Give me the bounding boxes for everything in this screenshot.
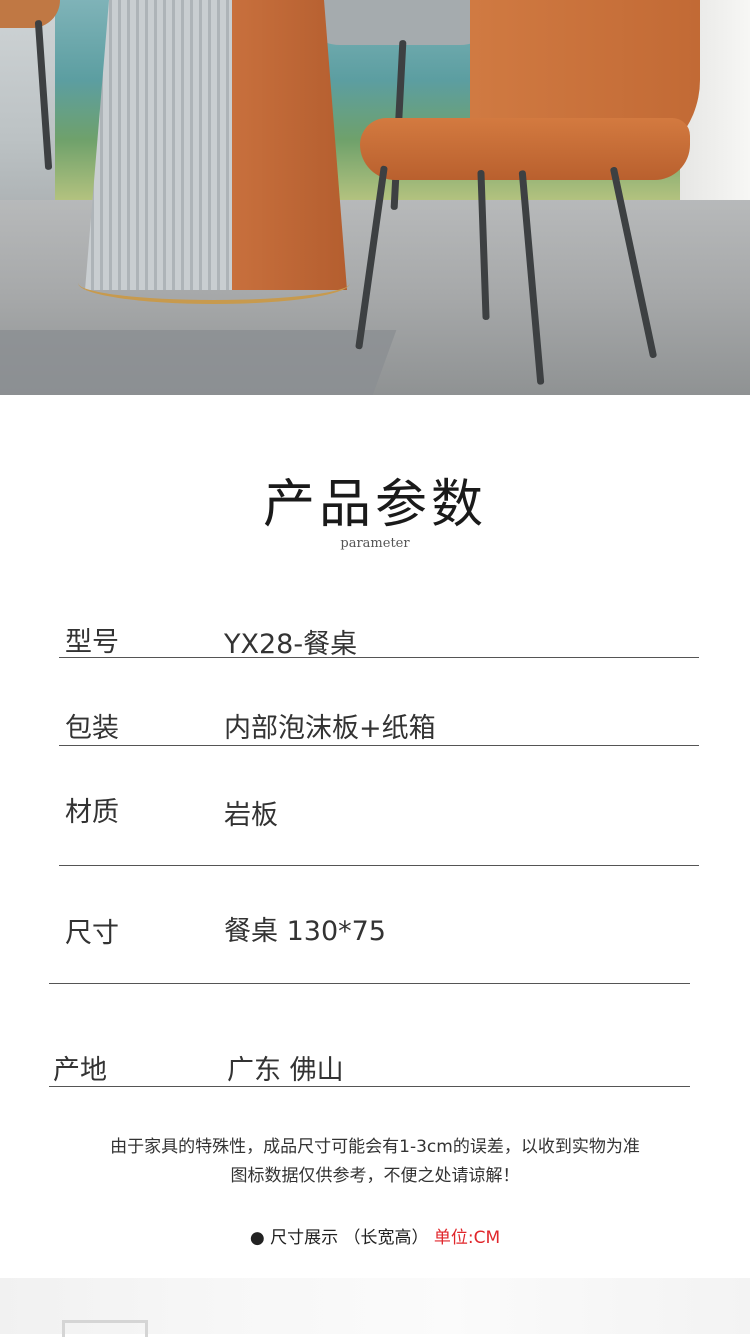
size-display-label: 尺寸展示 （长宽高） — [270, 1228, 429, 1248]
param-label-origin: 产地 — [53, 1055, 107, 1086]
param-value-packaging: 内部泡沫板+纸箱 — [224, 713, 436, 744]
row-divider — [59, 745, 699, 746]
row-divider — [59, 865, 699, 866]
picture-frame — [62, 1320, 148, 1337]
param-value-size: 餐桌 130*75 — [224, 916, 386, 947]
row-divider — [49, 1086, 690, 1087]
row-divider — [49, 983, 690, 984]
row-divider — [59, 657, 699, 658]
disclaimer-line-1: 由于家具的特殊性，成品尺寸可能会有1-3cm的误差，以收到实物为准 — [110, 1137, 640, 1157]
rug — [0, 330, 397, 395]
unit-label: 单位:CM — [433, 1228, 501, 1248]
param-label-model: 型号 — [65, 627, 119, 658]
disclaimer-line-2: 图标数据仅供参考，不便之处请谅解！ — [230, 1166, 520, 1186]
table-base-ring — [78, 262, 350, 304]
param-value-origin: 广东 佛山 — [227, 1055, 344, 1086]
bullet-icon: ● — [249, 1228, 265, 1248]
param-label-material: 材质 — [65, 797, 119, 828]
product-photo — [0, 0, 750, 395]
section-subtitle: parameter — [340, 536, 410, 551]
stool-leg — [34, 19, 53, 171]
param-label-size: 尺寸 — [65, 918, 119, 949]
param-value-material: 岩板 — [224, 800, 278, 831]
param-label-packaging: 包装 — [65, 713, 119, 744]
section-title: 产品参数 — [262, 475, 487, 535]
bottom-photo — [0, 1278, 750, 1337]
size-display-heading: ● 尺寸展示 （长宽高） 单位:CM — [0, 1223, 750, 1248]
table-base-grey — [85, 0, 245, 290]
stool-seat — [0, 0, 60, 28]
param-value-model: YX28-餐桌 — [224, 629, 358, 660]
